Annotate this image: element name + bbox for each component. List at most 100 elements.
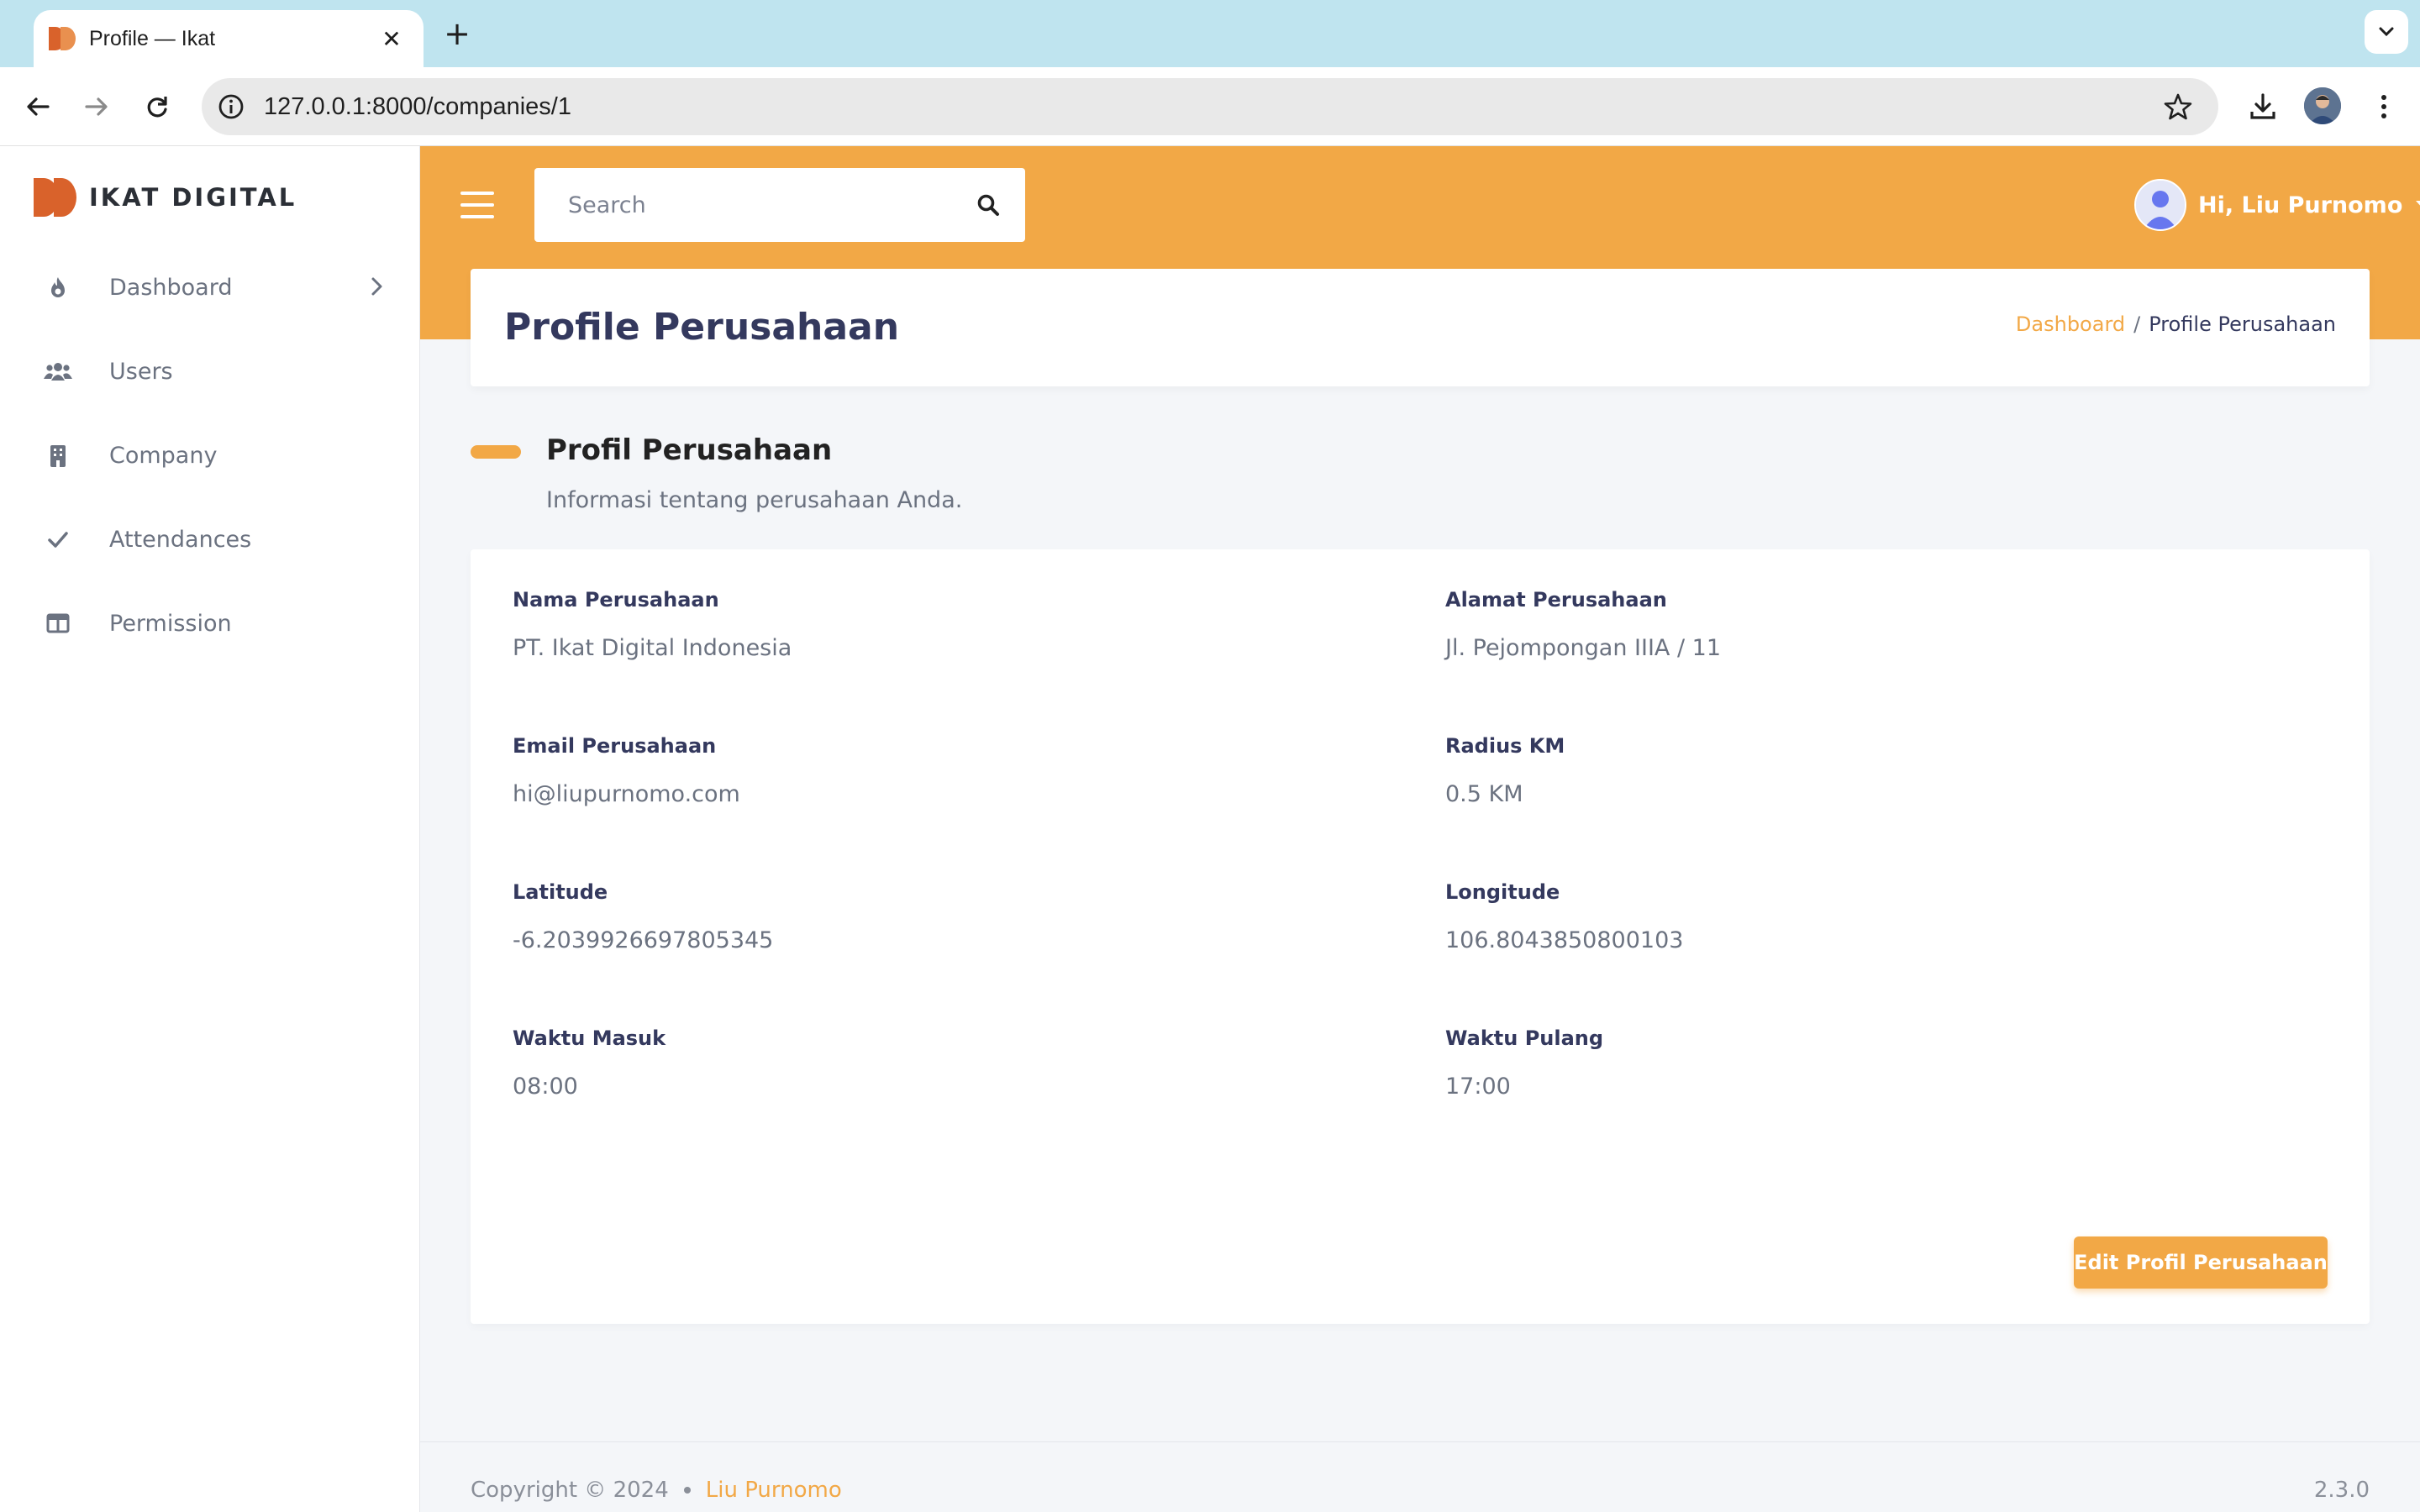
user-greeting: Hi, Liu Purnomo (2198, 192, 2403, 218)
sidebar-menu: Dashboard Users Company Attendances Perm… (0, 245, 420, 665)
bullet-separator (683, 1487, 691, 1494)
field-waktu-pulang: Waktu Pulang 17:00 (1445, 1026, 1603, 1100)
ikat-logo-icon (34, 178, 76, 217)
users-icon (44, 357, 72, 386)
field-value: PT. Ikat Digital Indonesia (513, 635, 792, 661)
hamburger-icon (460, 192, 494, 195)
arrow-right-icon (85, 97, 108, 116)
field-nama-perusahaan: Nama Perusahaan PT. Ikat Digital Indones… (513, 588, 792, 661)
edit-company-profile-button[interactable]: Edit Profil Perusahaan (2074, 1236, 2328, 1289)
field-label: Latitude (513, 880, 608, 904)
site-info-icon[interactable] (217, 92, 245, 121)
new-tab-button[interactable]: + (439, 15, 476, 52)
building-icon (44, 441, 72, 470)
browser-profile-avatar[interactable] (2304, 87, 2341, 124)
footer-copyright: Copyright © 2024 Liu Purnomo (471, 1478, 842, 1503)
field-value: 17:00 (1445, 1074, 1511, 1100)
breadcrumb-separator: / (2133, 312, 2141, 336)
sidebar-item-dashboard[interactable]: Dashboard (0, 245, 420, 329)
sidebar-item-permission[interactable]: Permission (0, 581, 420, 665)
forward-button[interactable] (76, 86, 118, 128)
sidebar-item-users[interactable]: Users (0, 329, 420, 413)
columns-icon (44, 609, 72, 638)
app-version: 2.3.0 (2313, 1478, 2370, 1503)
field-label: Nama Perusahaan (513, 588, 719, 612)
reload-button[interactable] (136, 86, 178, 128)
section-lead: Informasi tentang perusahaan Anda. (546, 487, 963, 513)
breadcrumb-dashboard-link[interactable]: Dashboard (2016, 312, 2125, 336)
field-value: 0.5 KM (1445, 781, 1523, 807)
page-title: Profile Perusahaan (504, 306, 900, 349)
sidebar: IKAT DIGITAL Dashboard Users Company Att… (0, 146, 420, 1512)
field-value: 08:00 (513, 1074, 578, 1100)
section-header: Profile Perusahaan Dashboard / Profile P… (471, 269, 2370, 386)
bookmark-star-icon[interactable] (2163, 92, 2193, 122)
user-avatar-icon (2136, 181, 2185, 229)
section-title-accent (471, 445, 521, 459)
chevron-right-icon (371, 277, 382, 296)
sidebar-item-label: Permission (109, 610, 232, 637)
browser-tab-active[interactable]: Profile — Ikat ✕ (34, 10, 424, 67)
field-value: 106.8043850800103 (1445, 927, 1684, 953)
breadcrumb: Dashboard / Profile Perusahaan (2016, 312, 2336, 336)
company-profile-card: Nama Perusahaan PT. Ikat Digital Indones… (471, 549, 2370, 1324)
brand[interactable]: IKAT DIGITAL (34, 176, 297, 218)
browser-menu-button[interactable] (2363, 86, 2405, 128)
field-alamat-perusahaan: Alamat Perusahaan Jl. Pejompongan IIIA /… (1445, 588, 1721, 661)
reload-icon (147, 97, 167, 118)
breadcrumb-current: Profile Perusahaan (2149, 312, 2336, 336)
field-waktu-masuk: Waktu Masuk 08:00 (513, 1026, 666, 1100)
field-latitude: Latitude -6.2039926697805345 (513, 880, 773, 953)
check-icon (44, 525, 72, 554)
sidebar-item-label: Attendances (109, 526, 252, 553)
field-label: Email Perusahaan (513, 734, 717, 758)
ikat-favicon-icon (49, 27, 76, 50)
field-value: -6.2039926697805345 (513, 927, 774, 953)
field-label: Alamat Perusahaan (1445, 588, 1667, 612)
arrow-left-icon (27, 97, 50, 116)
section-title: Profil Perusahaan (546, 433, 833, 467)
tab-search-button[interactable] (2365, 10, 2408, 54)
profile-photo-icon (2304, 87, 2341, 124)
downloads-button[interactable] (2242, 86, 2284, 128)
back-button[interactable] (17, 86, 59, 128)
url-text[interactable]: 127.0.0.1:8000/companies/1 (264, 93, 571, 121)
user-dropdown[interactable]: Hi, Liu Purnomo (2134, 178, 2420, 232)
footer: Copyright © 2024 Liu Purnomo 2.3.0 (420, 1441, 2420, 1512)
field-radius-km: Radius KM 0.5 KM (1445, 734, 1565, 807)
avatar (2134, 179, 2186, 231)
field-label: Radius KM (1445, 734, 1565, 758)
sidebar-item-company[interactable]: Company (0, 413, 420, 497)
brand-name: IKAT DIGITAL (89, 183, 297, 212)
field-value: hi@liupurnomo.com (513, 781, 740, 807)
fire-icon (44, 273, 72, 302)
field-label: Longitude (1445, 880, 1560, 904)
sidebar-item-label: Dashboard (109, 274, 233, 301)
kebab-menu-icon (2381, 95, 2386, 118)
caret-down-icon (2416, 201, 2420, 209)
footer-author-link[interactable]: Liu Purnomo (706, 1478, 842, 1503)
download-icon (2250, 93, 2275, 119)
address-bar[interactable]: 127.0.0.1:8000/companies/1 (202, 78, 2218, 135)
field-longitude: Longitude 106.8043850800103 (1445, 880, 1683, 953)
search-icon (977, 194, 999, 216)
search-button[interactable] (971, 188, 1005, 222)
tab-close-icon[interactable]: ✕ (376, 25, 407, 53)
tab-title: Profile — Ikat (89, 26, 216, 50)
sidebar-item-label: Company (109, 442, 218, 469)
sidebar-item-attendances[interactable]: Attendances (0, 497, 420, 581)
sidebar-item-label: Users (109, 358, 173, 385)
search-input[interactable] (534, 168, 955, 242)
copyright-text: Copyright © 2024 (471, 1478, 669, 1503)
field-label: Waktu Pulang (1445, 1026, 1604, 1050)
field-email-perusahaan: Email Perusahaan hi@liupurnomo.com (513, 734, 740, 807)
hamburger-icon (460, 215, 494, 218)
browser-tab-strip: Profile — Ikat ✕ + (0, 0, 2420, 67)
search-form (534, 168, 1025, 242)
hamburger-icon (460, 203, 494, 207)
sidebar-toggle-button[interactable] (460, 192, 494, 218)
chevron-down-icon (2379, 27, 2394, 37)
field-label: Waktu Masuk (513, 1026, 666, 1050)
field-value: Jl. Pejompongan IIIA / 11 (1445, 635, 1722, 661)
browser-toolbar: 127.0.0.1:8000/companies/1 (0, 67, 2420, 146)
